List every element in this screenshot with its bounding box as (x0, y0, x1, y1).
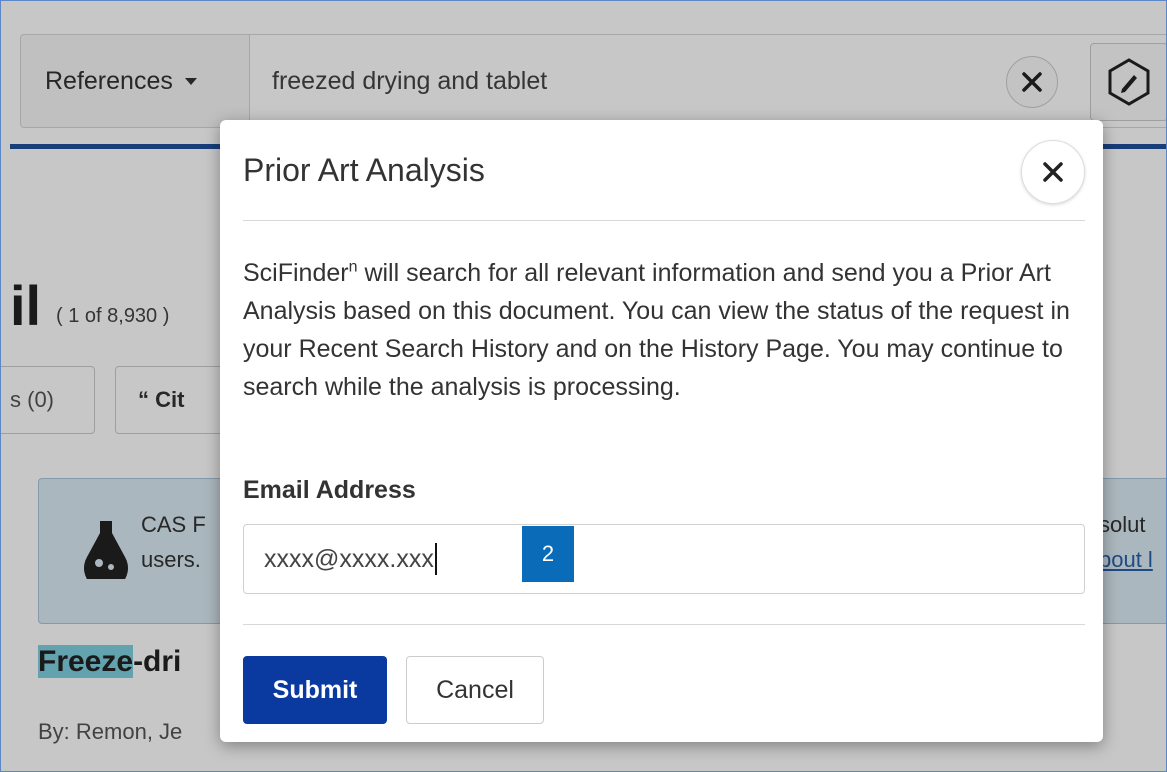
description-text: will search for all relevant information… (243, 259, 1070, 401)
email-label: Email Address (243, 476, 416, 504)
prior-art-analysis-dialog: Prior Art Analysis SciFindern will searc… (220, 120, 1103, 742)
email-field[interactable]: xxxx@xxxx.xxx (243, 524, 1085, 594)
product-name-superscript: n (348, 258, 358, 276)
cancel-button[interactable]: Cancel (406, 656, 544, 724)
dialog-title: Prior Art Analysis (243, 152, 485, 188)
dialog-description: SciFindern will search for all relevant … (243, 254, 1093, 406)
dialog-close-button[interactable] (1021, 140, 1085, 204)
dialog-footer-divider (243, 624, 1085, 625)
close-icon (1043, 162, 1063, 182)
email-value: xxxx@xxxx.xxx (264, 544, 434, 573)
window-frame: References freezed drying and tablet il … (0, 0, 1167, 772)
submit-button[interactable]: Submit (243, 656, 387, 724)
text-cursor (434, 543, 437, 575)
dialog-header-divider (243, 220, 1085, 221)
product-name: SciFinder (243, 259, 349, 287)
step-badge: 2 (522, 526, 574, 582)
